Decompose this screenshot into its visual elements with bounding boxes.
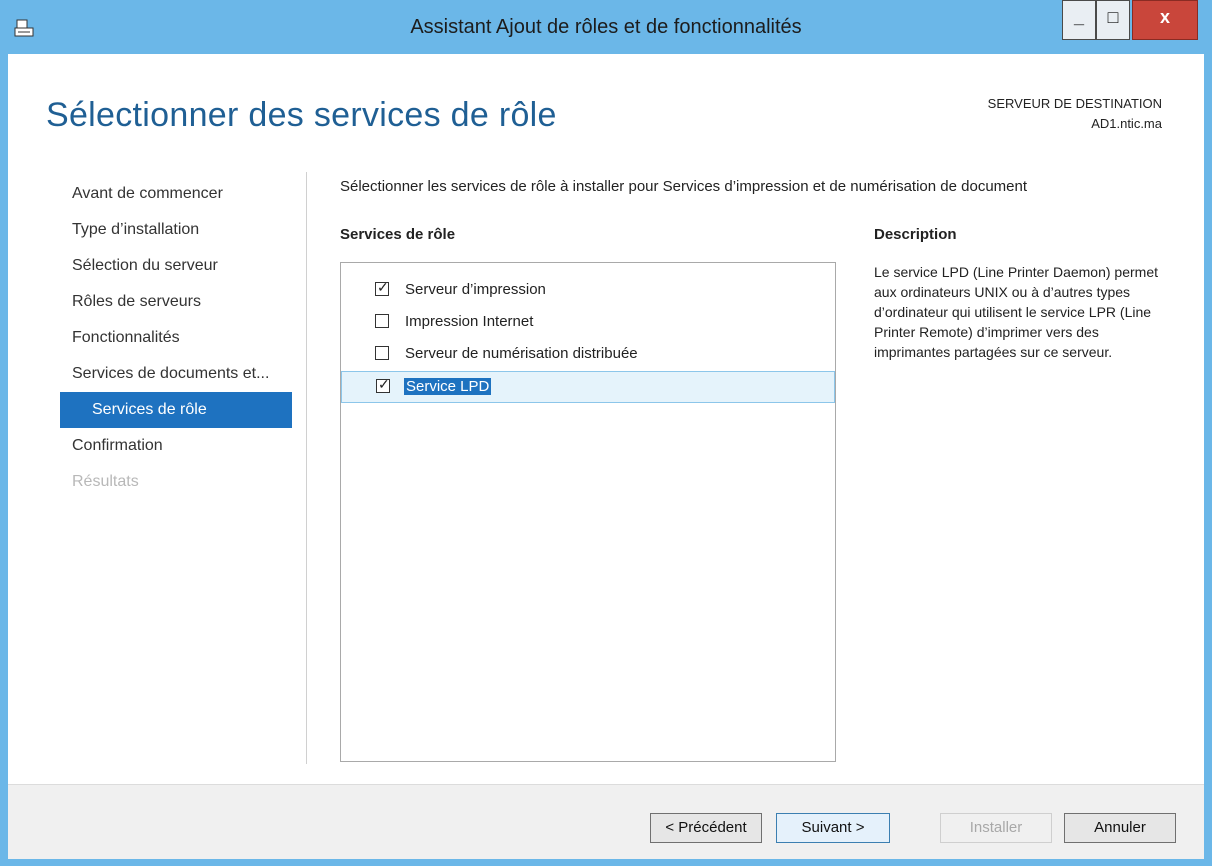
role-checkbox[interactable]: ✓ [376,376,390,393]
role-checkbox[interactable]: ✓ [375,279,389,296]
role-label: Serveur de numérisation distribuée [405,345,638,362]
role-label: Service LPD [404,378,492,395]
role-services-list[interactable]: ✓ Serveur d’impression Impression Internet… [340,262,836,762]
nav-item[interactable]: Avant de commencer [60,176,310,212]
role-checkbox[interactable] [375,346,389,360]
install-button: Installer [940,813,1052,843]
nav-item[interactable]: Fonctionnalités [60,320,310,356]
destination-server-label: SERVEUR DE DESTINATION [987,96,1162,111]
footer-bar: < Précédent Suivant > Installer Annuler [8,784,1204,859]
window-title: Assistant Ajout de rôles et de fonctionn… [410,16,802,38]
nav-item[interactable]: Sélection du serveur [60,248,310,284]
nav-item[interactable]: Type d’installation [60,212,310,248]
wizard-content: Sélectionner des services de rôle SERVEU… [8,54,1204,859]
role-label: Serveur d’impression [405,281,546,298]
next-button[interactable]: Suivant > [776,813,890,843]
description-text: Le service LPD (Line Printer Daemon) per… [874,264,1159,360]
role-label: Impression Internet [405,313,534,330]
maximize-button[interactable]: □ [1096,0,1130,40]
checkmark-icon: ✓ [378,376,390,392]
role-item[interactable]: ✓ Service LPD [341,371,835,403]
previous-button[interactable]: < Précédent [650,813,762,843]
role-item[interactable]: Impression Internet [341,307,835,339]
nav-item[interactable]: Rôles de serveurs [60,284,310,320]
close-button[interactable]: x [1132,0,1198,40]
nav-item[interactable]: Confirmation [60,428,310,464]
title-bar[interactable]: Assistant Ajout de rôles et de fonctionn… [0,0,1212,54]
nav-item[interactable]: Services de documents et... [60,356,310,392]
nav-item[interactable]: Services de rôle [60,392,292,428]
minimize-icon: _ [1073,7,1084,27]
cancel-button[interactable]: Annuler [1064,813,1176,843]
destination-server-value: AD1.ntic.ma [1091,116,1162,131]
roles-header: Services de rôle [340,226,456,243]
minimize-button[interactable]: _ [1062,0,1096,40]
role-item[interactable]: Serveur de numérisation distribuée [341,339,835,371]
role-item[interactable]: ✓ Serveur d’impression [341,275,835,307]
role-checkbox[interactable] [375,314,389,328]
maximize-icon: □ [1107,7,1119,27]
page-title: Sélectionner des services de rôle [46,96,557,134]
nav-item: Résultats [72,473,139,490]
close-icon: x [1159,7,1170,27]
description-header: Description [874,226,957,243]
nav-divider [306,172,307,764]
wizard-window: Assistant Ajout de rôles et de fonctionn… [0,0,1212,866]
instruction-text: Sélectionner les services de rôle à inst… [340,178,1028,195]
wizard-nav: Avant de commencer Type d’installation Sél… [60,176,310,500]
checkmark-icon: ✓ [377,279,389,295]
